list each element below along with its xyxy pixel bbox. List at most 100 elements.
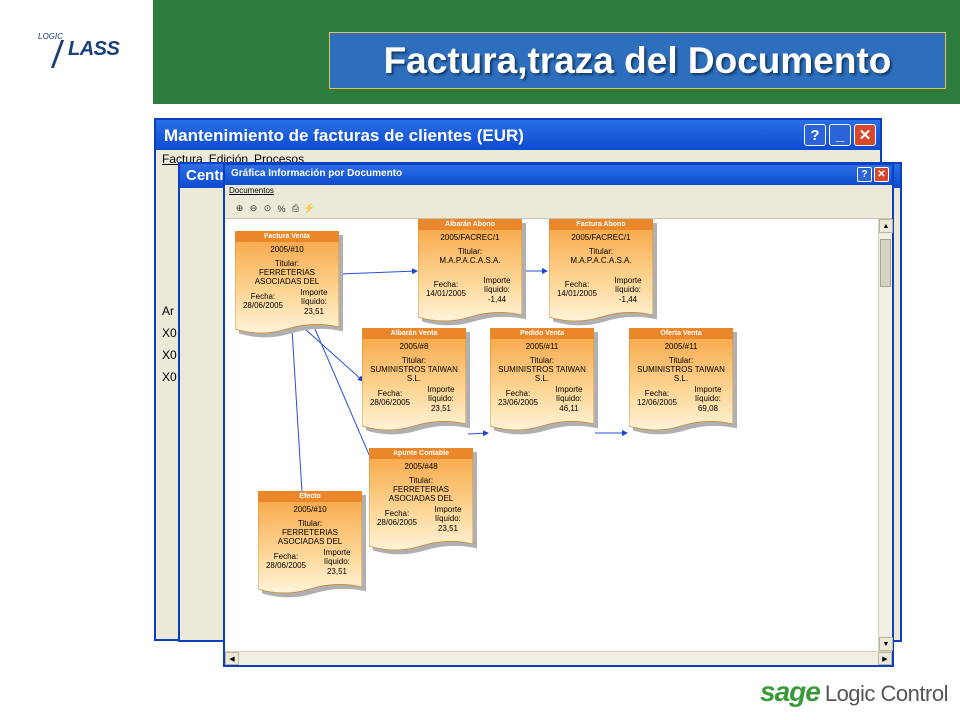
document-graph-window: Gráfica Información por Documento ? ✕ Do… [223, 163, 894, 667]
card-holder: SUMINISTROS TAIWAN S.L. [637, 365, 725, 383]
logic-control-logo-text: Logic Control [824, 681, 949, 706]
logo-small-text: LOGIC [38, 32, 63, 41]
card-type: Oferta Venta [660, 330, 702, 337]
toolbar: ⊕ ⊖ ⊙ % ⎙ ⚡ [225, 199, 892, 219]
scroll-left-icon[interactable]: ◀ [225, 652, 239, 665]
card-amount-label: Importe líquido: [323, 548, 351, 566]
card-amount: -1,44 [618, 295, 638, 304]
card-amount: -1,44 [487, 295, 507, 304]
arrow-factura-to-albaran-abono [338, 268, 418, 275]
card-date: 12/06/2005 [636, 398, 678, 407]
close-button[interactable]: ✕ [874, 167, 889, 182]
window-title: Mantenimiento de facturas de clientes (E… [164, 126, 524, 145]
card-amount: 23,51 [326, 567, 348, 576]
card-amount: 69,08 [697, 404, 719, 413]
card-holder: FERRETERIAS ASOCIADAS DEL MEDITERRANEO [277, 528, 343, 546]
document-card-factura[interactable]: Factura Venta 2005/#10 Titular: FERRETERIAS… [235, 231, 339, 335]
minimize-button[interactable]: _ [829, 124, 851, 146]
document-card-pedido-venta[interactable]: Pedido Venta 2005/#11 Titular: SUMINISTROS … [490, 328, 594, 432]
card-number: 2005/#8 [399, 342, 429, 351]
help-button[interactable]: ? [857, 167, 872, 182]
menu-documentos[interactable]: Documentos [229, 186, 274, 195]
document-graph-canvas: Factura Venta 2005/#10 Titular: FERRETERIAS… [225, 219, 879, 651]
card-holder: SUMINISTROS TAIWAN S.L. [498, 365, 586, 383]
card-amount-label: Importe líquido: [614, 276, 642, 294]
zoom-out-icon[interactable]: ⊖ [247, 202, 260, 215]
scroll-down-icon[interactable]: ▼ [879, 637, 893, 651]
menu-bar: Documentos [225, 185, 892, 199]
export-icon[interactable]: ⚡ [303, 202, 316, 215]
document-card-efecto[interactable]: Efecto 2005/#10 Titular: FERRETERIAS ASOCIA… [258, 491, 362, 595]
document-card-factura-abono[interactable]: Factura Abono 2005/FACREC/1 Titular: M.A.P.… [549, 219, 653, 323]
card-holder-label: Titular: [529, 356, 555, 365]
card-number: 2005/#11 [664, 342, 698, 351]
document-card-apunte[interactable]: Apunte Contable 2005/#48 Titular: FERRETERI… [369, 448, 473, 552]
print-icon[interactable]: ⎙ [289, 202, 302, 215]
document-card-albaran-abono[interactable]: Albarán Abono 2005/FACREC/1 Titular: M.A.P.… [418, 219, 522, 323]
card-type: Albarán Venta [390, 330, 438, 337]
card-holder-label: Titular: [274, 259, 300, 268]
card-date: 28/06/2005 [369, 398, 411, 407]
document-card-albaran-venta[interactable]: Albarán Venta 2005/#8 Titular: SUMINISTROS … [362, 328, 466, 432]
card-date-label: Fecha: [505, 389, 531, 398]
card-date-label: Fecha: [377, 389, 403, 398]
horizontal-scrollbar[interactable]: ◀ ▶ [225, 651, 892, 665]
card-type: Albarán Abono [445, 221, 495, 228]
logo-big-text: LASS [68, 38, 120, 60]
card-amount-label: Importe líquido: [434, 505, 462, 523]
sage-logic-control-logo: sage Logic Control [760, 676, 949, 707]
card-date: 28/06/2005 [265, 561, 307, 570]
window-titlebar: Gráfica Información por Documento ? ✕ [225, 165, 892, 185]
card-date: 23/06/2005 [497, 398, 539, 407]
card-amount: 23,51 [303, 307, 325, 316]
card-holder-label: Titular: [408, 476, 434, 485]
window-titlebar: Mantenimiento de facturas de clientes (E… [156, 120, 880, 150]
help-button[interactable]: ? [804, 124, 826, 146]
card-number: 2005/#11 [525, 342, 559, 351]
vertical-scrollbar[interactable]: ▲ ▼ [878, 219, 893, 651]
window-controls: ? ✕ [857, 167, 889, 182]
scroll-thumb[interactable] [880, 239, 891, 287]
zoom-reset-icon[interactable]: ⊙ [261, 202, 274, 215]
slide-title: Factura,traza del Documento [383, 39, 892, 81]
card-holder: SUMINISTROS TAIWAN S.L. [370, 365, 458, 383]
card-holder-label: Titular: [297, 519, 323, 528]
document-card-oferta-venta[interactable]: Oferta Venta 2005/#11 Titular: SUMINISTROS … [629, 328, 733, 432]
slide-title-box: Factura,traza del Documento [329, 32, 946, 89]
card-date-label: Fecha: [273, 552, 299, 561]
card-holder-label: Titular: [588, 247, 614, 256]
card-holder-label: Titular: [457, 247, 483, 256]
card-amount-label: Importe líquido: [427, 385, 455, 403]
card-number: 2005/FACREC/1 [571, 233, 631, 242]
card-date-label: Fecha: [384, 509, 410, 518]
card-amount-label: Importe líquido: [555, 385, 583, 403]
scroll-up-icon[interactable]: ▲ [879, 219, 893, 233]
card-amount: 23,51 [430, 404, 452, 413]
arrow-albaran-to-pedido [467, 430, 489, 437]
card-type: Factura Venta [264, 233, 310, 240]
close-button[interactable]: ✕ [854, 124, 876, 146]
card-number: 2005/#10 [293, 505, 327, 514]
card-type: Pedido Venta [520, 330, 564, 337]
card-date-label: Fecha: [250, 292, 276, 301]
card-amount: 23,51 [437, 524, 459, 533]
card-amount: 46,11 [559, 404, 579, 413]
scroll-right-icon[interactable]: ▶ [878, 652, 892, 665]
card-date: 28/06/2005 [242, 301, 284, 310]
window-title: Centr [186, 167, 226, 184]
card-date: 14/01/2005 [556, 289, 598, 298]
card-amount-label: Importe líquido: [694, 385, 722, 403]
percent-icon[interactable]: % [275, 202, 288, 215]
card-amount-label: Importe líquido: [483, 276, 511, 294]
zoom-in-icon[interactable]: ⊕ [233, 202, 246, 215]
card-holder-label: Titular: [401, 356, 427, 365]
card-type: Apunte Contable [393, 450, 449, 457]
card-date: 28/06/2005 [376, 518, 418, 527]
card-date-label: Fecha: [644, 389, 670, 398]
card-type: Efecto [299, 493, 321, 500]
card-date: 14/01/2005 [425, 289, 467, 298]
card-number: 2005/FACREC/1 [440, 233, 500, 242]
logic-class-logo: LOGIC LASS [38, 32, 128, 72]
window-controls: ? _ ✕ [804, 124, 876, 146]
card-holder-label: Titular: [668, 356, 694, 365]
